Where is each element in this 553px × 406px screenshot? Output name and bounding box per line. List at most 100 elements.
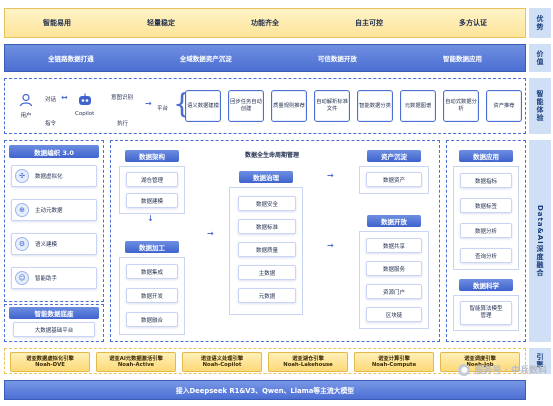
value-item: 全域数据资产沉淀 bbox=[179, 55, 232, 63]
ability-box: 资产推荐 bbox=[486, 90, 522, 122]
fabric-item-label: 数据虚拟化 bbox=[35, 174, 63, 180]
advantage-item: 功能齐全 bbox=[251, 19, 279, 27]
open-item: 资源门户 bbox=[366, 284, 422, 299]
application-item: 查询分析 bbox=[460, 248, 512, 263]
watermark-text: 服务号 · 中兵数科 bbox=[474, 366, 547, 376]
engine-row: 诺亚数据虚拟化引擎 Noah-DVE 诺亚AI元数据激活引擎 Noah-Acti… bbox=[4, 348, 526, 374]
fabric-item: ⚙ 语义建模 bbox=[11, 233, 97, 255]
architecture-item: 数据建模 bbox=[126, 193, 178, 208]
engine-code: Noah-Compute bbox=[371, 362, 417, 368]
wechat-icon: ● bbox=[458, 363, 471, 376]
governance-item: 主数据 bbox=[238, 265, 296, 280]
platform-label: 平台 bbox=[157, 106, 169, 112]
ability-box: 质量规则推荐 bbox=[271, 90, 307, 122]
tag-ability: 智能体验 bbox=[529, 78, 551, 134]
engine-card: 诺亚计算引擎 Noah-Compute bbox=[354, 352, 434, 372]
share-icon: ⊕ bbox=[15, 203, 29, 217]
data-base-title: 智能数据底座 bbox=[9, 307, 99, 319]
arrow-icon: ↔ bbox=[61, 93, 68, 102]
asset-item: 数据资产 bbox=[366, 172, 422, 187]
data-fabric-panel: 数据编织 3.0 ✣ 数据虚拟化 ⊕ 主动元数据 ⚙ 语义建模 ☺ 智能助手 bbox=[4, 140, 104, 302]
architecture-title: 数据架构 bbox=[125, 150, 179, 162]
ability-box: 自动解析标准文件 bbox=[314, 90, 350, 122]
assistant-icon: ☺ bbox=[15, 271, 29, 285]
ability-row: 用户 对话 指令 ↔ Copilot 意图识别 执行 → 平台 { 语义数据建模… bbox=[4, 78, 526, 134]
application-item: 数据指标 bbox=[460, 173, 512, 188]
governance-item: 数据质量 bbox=[238, 242, 296, 257]
tag-advantage: 优势 bbox=[529, 8, 551, 38]
lifecycle-title: 数据全生命周期管理 bbox=[245, 152, 300, 159]
intent-label: 意图识别 bbox=[111, 95, 134, 101]
data-base-panel: 智能数据底座 大数据基础平台 bbox=[4, 304, 104, 342]
ability-box: 元数据图谱 bbox=[400, 90, 436, 122]
fabric-item-label: 智能助手 bbox=[35, 276, 58, 282]
fabric-item-label: 主动元数据 bbox=[35, 208, 63, 214]
advantage-item: 多方认证 bbox=[459, 19, 487, 27]
advantage-band: 智能易用 轻量稳定 功能齐全 自主可控 多方认证 bbox=[4, 8, 526, 38]
open-item: 数据服务 bbox=[366, 261, 422, 276]
advantage-item: 智能易用 bbox=[43, 19, 71, 27]
processing-box: 数据集成 数据开发 数据融合 bbox=[119, 257, 185, 335]
execute-label: 执行 bbox=[117, 121, 129, 127]
llm-access-band: 接入Deepseek R1&V3、Qwen、Llama等主流大模型 bbox=[4, 380, 526, 400]
copilot-label: Copilot bbox=[75, 111, 95, 117]
arrow-icon: → bbox=[327, 171, 334, 180]
user-label: 用户 bbox=[20, 113, 32, 119]
advantage-item: 轻量稳定 bbox=[147, 19, 175, 27]
governance-item: 元数据 bbox=[238, 288, 296, 303]
application-panel: 数据应用 数据指标 数据标签 数据分析 查询分析 数据科学 智能算法模型管理 bbox=[446, 140, 526, 342]
application-item: 数据分析 bbox=[460, 223, 512, 238]
engine-card: 诺亚湖仓引擎 Noah-Lakehouse bbox=[268, 352, 348, 372]
fabric-item: ⊕ 主动元数据 bbox=[11, 199, 97, 221]
user-icon bbox=[19, 93, 33, 107]
application-item: 数据标签 bbox=[460, 198, 512, 213]
base-item: 大数据基础平台 bbox=[13, 322, 95, 337]
open-item: 区块链 bbox=[366, 307, 422, 322]
ability-box: 自动式数据分析 bbox=[443, 90, 479, 122]
governance-item: 数据标准 bbox=[238, 219, 296, 234]
command-label: 指令 bbox=[45, 121, 57, 127]
advantage-item: 自主可控 bbox=[355, 19, 383, 27]
governance-item: 数据安全 bbox=[238, 196, 296, 211]
fabric-item: ✣ 数据虚拟化 bbox=[11, 165, 97, 187]
engine-code: Noah-Lakehouse bbox=[283, 362, 333, 368]
arrow-down-icon: ↓ bbox=[147, 214, 154, 223]
application-title: 数据应用 bbox=[459, 150, 513, 162]
tag-data-ai: Data&AI深度融合 bbox=[529, 140, 551, 342]
science-item: 智能算法模型管理 bbox=[460, 301, 512, 325]
fabric-item-label: 语义建模 bbox=[35, 242, 58, 248]
open-box: 数据共享 数据服务 资源门户 区块链 bbox=[359, 231, 429, 329]
engine-code: Noah-Copilot bbox=[202, 362, 242, 368]
watermark: ● 服务号 · 中兵数科 bbox=[458, 363, 547, 376]
engine-card: 诺亚AI元数据激活引擎 Noah-Active bbox=[96, 352, 176, 372]
tag-value: 价值 bbox=[529, 44, 551, 72]
open-item: 数据共享 bbox=[366, 238, 422, 253]
processing-item: 数据融合 bbox=[126, 312, 178, 327]
arrow-icon: → bbox=[207, 229, 214, 238]
network-icon: ✣ bbox=[15, 169, 29, 183]
arrow-icon: → bbox=[327, 241, 334, 250]
data-fabric-title: 数据编织 3.0 bbox=[9, 145, 99, 158]
arrow-icon: → bbox=[145, 99, 152, 108]
science-title: 数据科学 bbox=[459, 279, 513, 291]
governance-box: 数据安全 数据标准 数据质量 主数据 元数据 bbox=[229, 187, 303, 315]
dialog-label: 对话 bbox=[45, 97, 57, 103]
asset-title: 资产沉淀 bbox=[367, 150, 421, 162]
governance-title: 数据治理 bbox=[239, 171, 293, 183]
processing-item: 数据开发 bbox=[126, 288, 178, 303]
science-box: 智能算法模型管理 bbox=[453, 295, 519, 331]
architecture-box: 湖仓管理 数据建模 bbox=[119, 166, 185, 214]
value-item: 全链路数据打通 bbox=[48, 55, 94, 63]
fabric-item: ☺ 智能助手 bbox=[11, 267, 97, 289]
copilot-block: Copilot bbox=[75, 93, 94, 117]
ability-box: 回步任务自动创建 bbox=[228, 90, 264, 122]
open-title: 数据开放 bbox=[367, 215, 421, 227]
value-item: 智能数据应用 bbox=[442, 55, 482, 63]
processing-item: 数据集成 bbox=[126, 264, 178, 279]
ability-box: 语义数据建模 bbox=[185, 90, 221, 122]
value-band: 全链路数据打通 全域数据资产沉淀 可信数据开放 智能数据应用 bbox=[4, 44, 526, 72]
ability-box: 智能数据分类 bbox=[357, 90, 393, 122]
engine-card: 诺亚数据虚拟化引擎 Noah-DVE bbox=[10, 352, 90, 372]
application-box: 数据指标 数据标签 数据分析 查询分析 bbox=[453, 166, 519, 270]
processing-title: 数据加工 bbox=[125, 241, 179, 253]
